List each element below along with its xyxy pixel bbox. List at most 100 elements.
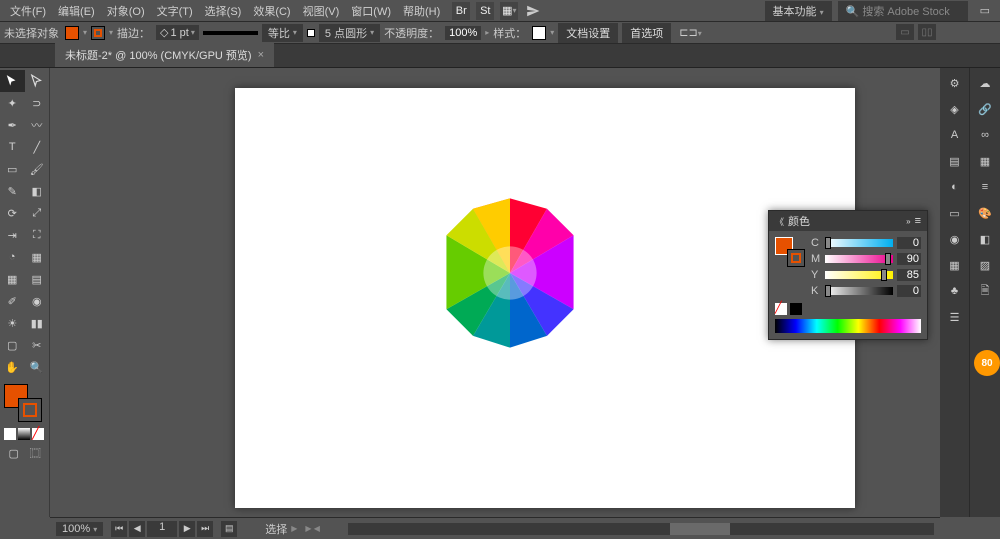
mesh-tool[interactable]: ▦ [0, 268, 25, 290]
graphic-styles-icon[interactable]: ▦ [944, 254, 966, 276]
align-icon[interactable]: ⊏⊐▾ [679, 26, 701, 39]
menu-file[interactable]: 文件(F) [4, 0, 52, 22]
panel-toggle-2-icon[interactable]: ▯▯ [918, 24, 936, 40]
spectrum-bar[interactable] [775, 319, 921, 333]
stroke-width-input[interactable]: ◇ 1 pt ▾ [156, 25, 199, 40]
channel-k-slider[interactable] [825, 287, 893, 295]
swatches-panel-icon[interactable]: ▦ [974, 150, 996, 172]
gradient-mode-icon[interactable] [18, 428, 30, 440]
artboard[interactable] [235, 88, 855, 508]
arrange-icon[interactable]: ▦▾ [500, 2, 518, 20]
screen-mode-tool[interactable]: ▢ [4, 444, 24, 462]
prev-page-icon[interactable]: ◀ [129, 521, 145, 537]
promo-badge[interactable]: 80 [974, 350, 1000, 376]
properties-panel-icon[interactable]: ⚙ [944, 72, 966, 94]
curvature-tool[interactable]: 〰 [25, 114, 50, 136]
channel-c-slider[interactable] [825, 239, 893, 247]
channel-y-value[interactable]: 85 [897, 269, 921, 281]
artboard-tool[interactable]: ▢ [0, 334, 25, 356]
eyedropper-tool[interactable]: ✐ [0, 290, 25, 312]
stroke-large-swatch[interactable] [18, 398, 42, 422]
zoom-level[interactable]: 100% ▾ [56, 522, 103, 536]
page-number[interactable]: 1 [147, 521, 177, 537]
color-panel-icon[interactable]: 🎨 [974, 202, 996, 224]
eraser-tool[interactable]: ◧ [25, 180, 50, 202]
shape-builder-tool[interactable]: ◔ [0, 246, 25, 268]
links-panel-icon[interactable]: 🔗 [974, 98, 996, 120]
horizontal-scrollbar[interactable] [348, 523, 934, 535]
graph-tool[interactable]: ▮▮ [25, 312, 50, 334]
channel-c-value[interactable]: 0 [897, 237, 921, 249]
rectangle-tool[interactable]: ▭ [0, 158, 25, 180]
status-arrow-icon[interactable]: ▶ ◀ [305, 524, 320, 533]
libraries-icon[interactable]: ☁ [974, 72, 996, 94]
layers-panel-icon[interactable]: ◈ [944, 98, 966, 120]
direct-selection-tool[interactable] [25, 70, 50, 92]
shaper-tool[interactable]: ✎ [0, 180, 25, 202]
doc-setup-button[interactable]: 文档设置 [558, 23, 618, 43]
blend-tool[interactable]: ◉ [25, 290, 50, 312]
gradient-tool[interactable]: ▤ [25, 268, 50, 290]
channel-m-slider[interactable] [825, 255, 893, 263]
none-swatch-icon[interactable]: ╱ [775, 303, 787, 315]
color-panel[interactable]: 《 颜色 » ≡ C 0 M 90 [768, 210, 928, 340]
pen-tool[interactable]: ✒ [0, 114, 25, 136]
appearance-panel-icon[interactable]: ◉ [944, 228, 966, 250]
scrollbar-thumb[interactable] [670, 523, 730, 535]
opacity-value[interactable]: 100% [445, 26, 481, 40]
search-stock-input[interactable]: 🔍 搜索 Adobe Stock [838, 1, 968, 21]
document-tab[interactable]: 未标题-2* @ 100% (CMYK/GPU 预览) × [55, 43, 274, 67]
gpu-icon[interactable] [524, 2, 542, 20]
menu-type[interactable]: 文字(T) [151, 0, 199, 22]
change-screen-icon[interactable]: ⿴ [26, 444, 46, 462]
type-tool[interactable]: T [0, 136, 25, 158]
none-mode-icon[interactable]: ╱ [32, 428, 44, 440]
menu-object[interactable]: 对象(O) [101, 0, 151, 22]
cc-icon[interactable]: ∞ [974, 124, 996, 146]
slice-tool[interactable]: ✂ [25, 334, 50, 356]
last-page-icon[interactable]: ⏭ [197, 521, 213, 537]
next-page-icon[interactable]: ▶ [179, 521, 195, 537]
line-tool[interactable]: ╱ [25, 136, 50, 158]
menu-edit[interactable]: 编辑(E) [52, 0, 101, 22]
free-transform-tool[interactable]: ⛶ [25, 224, 50, 246]
minimize-icon[interactable]: ▭ [974, 4, 996, 17]
menu-select[interactable]: 选择(S) [199, 0, 248, 22]
fill-stroke-indicator[interactable] [4, 384, 42, 422]
panel-fill-stroke[interactable] [775, 237, 805, 267]
transparency-panel-icon[interactable]: ▨ [974, 254, 996, 276]
preferences-button[interactable]: 首选项 [622, 23, 671, 43]
scale-mode[interactable]: 等比 ▾ [262, 24, 303, 42]
brushes-icon[interactable]: ☰ [944, 306, 966, 328]
scale-tool[interactable]: ⤢ [25, 202, 50, 224]
channel-k-value[interactable]: 0 [897, 285, 921, 297]
panel-menu-icon[interactable]: ≡ [915, 215, 921, 227]
expand-icon[interactable]: » [906, 217, 910, 226]
magic-wand-tool[interactable]: ✦ [0, 92, 25, 114]
menu-effect[interactable]: 效果(C) [247, 0, 296, 22]
brush-tool[interactable]: 🖌 [25, 158, 50, 180]
workspace-switcher[interactable]: 基本功能 ▾ [765, 1, 832, 21]
hexagon-shape[interactable] [435, 188, 585, 358]
zoom-tool[interactable]: 🔍 [25, 356, 50, 378]
style-swatch[interactable] [532, 26, 546, 40]
stock-icon[interactable]: St [476, 2, 494, 20]
black-swatch-icon[interactable] [790, 303, 802, 315]
color-mode-icon[interactable] [4, 428, 16, 440]
tab-close-icon[interactable]: × [258, 49, 264, 61]
menu-window[interactable]: 窗口(W) [345, 0, 397, 22]
channel-y-slider[interactable] [825, 271, 893, 279]
perspective-tool[interactable]: ▦ [25, 246, 50, 268]
symbol-sprayer-tool[interactable]: ☀ [0, 312, 25, 334]
brush-select[interactable]: 5 点圆形 ▾ [319, 24, 380, 42]
selection-tool[interactable] [0, 70, 25, 92]
transform-panel-icon[interactable]: ▭ [944, 202, 966, 224]
bridge-icon[interactable]: Br [452, 2, 470, 20]
hand-tool[interactable]: ✋ [0, 356, 25, 378]
collapse-icon[interactable]: 《 [775, 215, 784, 228]
rotate-tool[interactable]: ⟳ [0, 202, 25, 224]
channel-m-value[interactable]: 90 [897, 253, 921, 265]
stroke-panel-icon[interactable]: ≡ [974, 176, 996, 198]
menu-view[interactable]: 视图(V) [297, 0, 346, 22]
color-panel-header[interactable]: 《 颜色 » ≡ [769, 211, 927, 231]
